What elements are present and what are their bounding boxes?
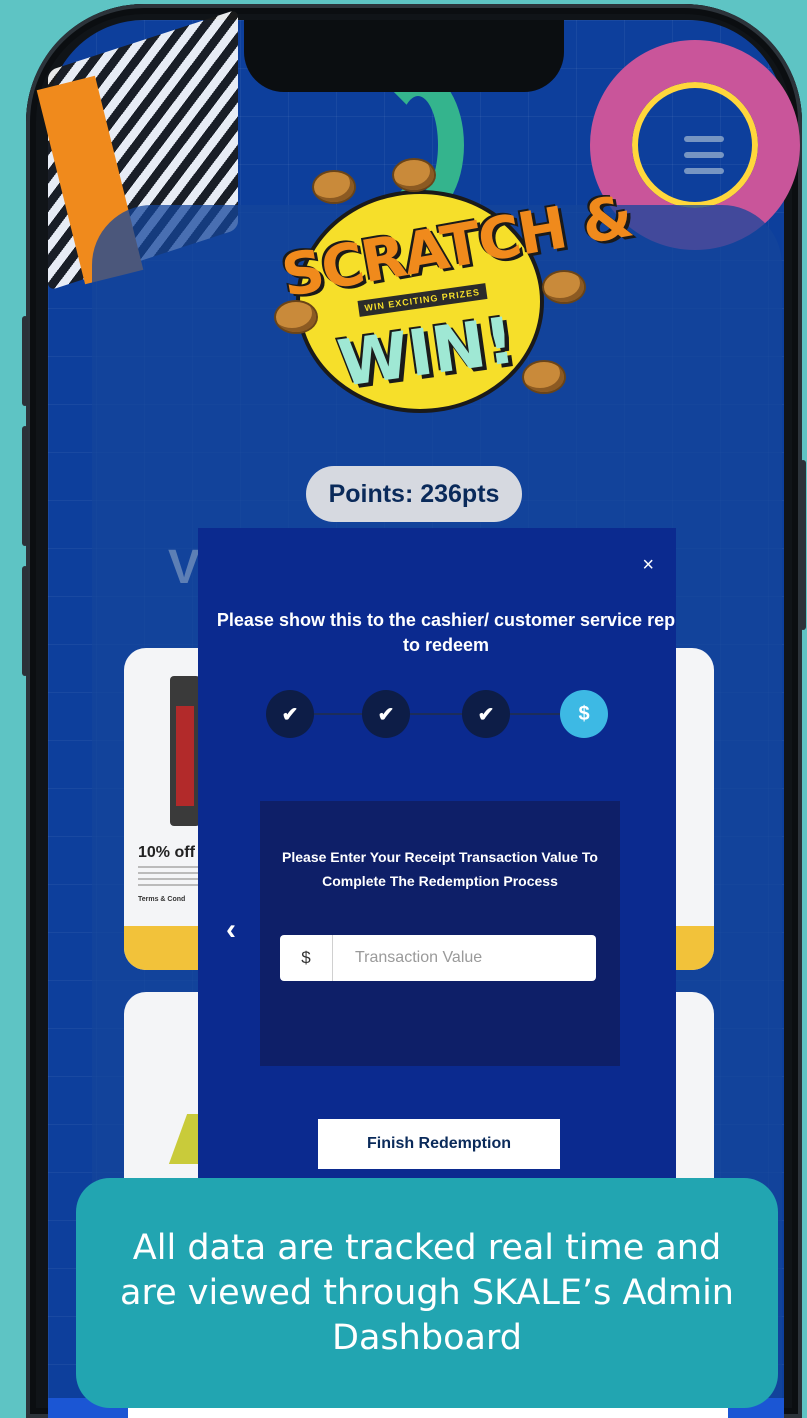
phone-side-button	[22, 566, 28, 676]
phone-side-button	[22, 426, 28, 546]
chevron-left-icon[interactable]: ‹	[226, 913, 236, 947]
transaction-value-input[interactable]	[333, 948, 596, 968]
progress-line	[286, 713, 606, 715]
hamburger-menu-icon[interactable]	[684, 136, 724, 180]
voucher-description	[138, 866, 198, 888]
transaction-panel: Please Enter Your Receipt Transaction Va…	[260, 801, 620, 1066]
phone-notch	[244, 20, 564, 92]
currency-prefix: $	[280, 935, 333, 981]
finish-redemption-button[interactable]: Finish Redemption	[318, 1119, 560, 1169]
modal-title: Please show this to the cashier/ custome…	[216, 610, 676, 655]
section-heading: V	[168, 541, 201, 594]
progress-steps: ✔ ✔ ✔ $	[266, 690, 626, 738]
voucher-title: 10% off	[138, 844, 195, 861]
coin-icon	[542, 270, 586, 304]
close-icon[interactable]: ×	[642, 554, 654, 577]
check-icon: ✔	[362, 690, 410, 738]
redemption-modal: × Please show this to the cashier/ custo…	[198, 528, 676, 1178]
phone-side-button	[22, 316, 28, 406]
coin-icon	[274, 300, 318, 334]
transaction-input-group: $	[280, 935, 596, 981]
caption-banner: All data are tracked real time and are v…	[76, 1178, 778, 1408]
points-badge: Points: 236pts	[306, 466, 522, 522]
phone-power-button	[800, 460, 806, 630]
coin-icon	[522, 360, 566, 394]
dollar-icon: $	[560, 690, 608, 738]
coin-icon	[392, 158, 436, 192]
voucher-terms: Terms & Cond	[138, 896, 186, 903]
scratch-and-win-logo: SCRATCH & WIN EXCITING PRIZES WIN!	[272, 150, 636, 413]
transaction-instruction: Please Enter Your Receipt Transaction Va…	[282, 849, 598, 889]
coin-icon	[312, 170, 356, 204]
check-icon: ✔	[462, 690, 510, 738]
voucher-image	[170, 676, 200, 826]
check-icon: ✔	[266, 690, 314, 738]
